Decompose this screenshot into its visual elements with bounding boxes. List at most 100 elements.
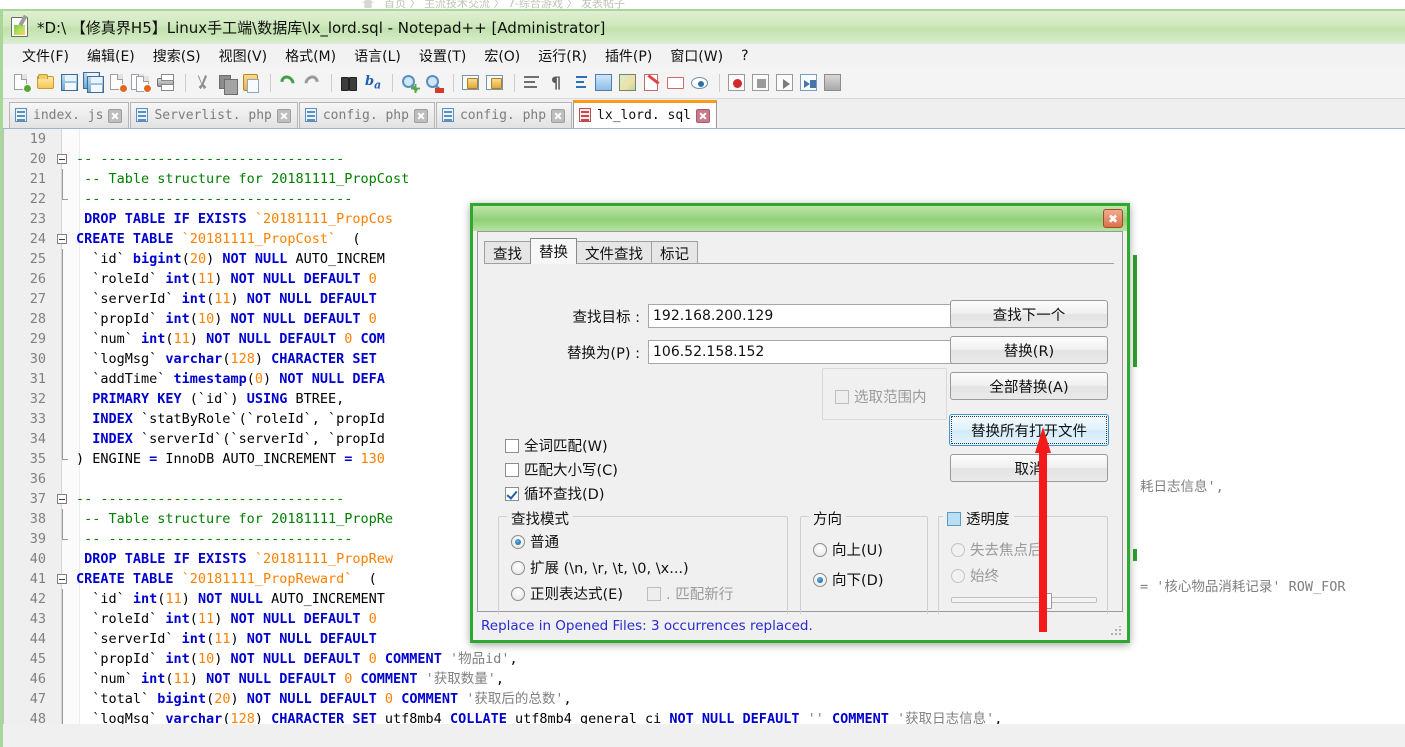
line-number: 37 (4, 489, 54, 509)
sync-vertical-scroll-icon[interactable] (460, 72, 481, 93)
radio-direction-down[interactable]: 向下(D) (813, 569, 883, 590)
slider-thumb[interactable] (1043, 593, 1052, 609)
radio-direction-up[interactable]: 向上(U) (813, 539, 883, 560)
tab-close-icon[interactable] (277, 109, 291, 123)
copy-icon[interactable] (216, 72, 237, 93)
dialog-tab-mark[interactable]: 标记 (651, 241, 698, 264)
document-map-icon[interactable] (617, 72, 638, 93)
radio-button[interactable] (813, 573, 827, 587)
zoom-out-icon[interactable] (423, 72, 444, 93)
tab-serverlist-php[interactable]: Serverlist. php (130, 102, 297, 128)
close-all-files-icon[interactable] (131, 72, 152, 93)
function-list-icon[interactable] (641, 72, 662, 93)
toolbar-separator (331, 74, 332, 92)
tab-index-js[interactable]: index. js (9, 102, 129, 128)
radio-button[interactable] (511, 587, 525, 601)
menu-language[interactable]: 语言(L) (345, 44, 410, 68)
find-target-input[interactable] (649, 305, 967, 327)
print-icon[interactable] (155, 72, 176, 93)
menu-window[interactable]: 窗口(W) (661, 44, 732, 68)
tab-config-php-1[interactable]: config. php (299, 102, 435, 128)
fold-marker[interactable] (54, 149, 72, 169)
close-file-icon[interactable] (107, 72, 128, 93)
checkbox-box[interactable] (505, 463, 519, 477)
save-icon[interactable] (59, 72, 80, 93)
menu-format[interactable]: 格式(M) (276, 44, 345, 68)
find-target-combo[interactable] (648, 304, 968, 328)
run-macro-multiple-icon[interactable] (798, 72, 819, 93)
replace-icon[interactable]: ba (362, 72, 383, 93)
resize-grip[interactable] (1111, 626, 1121, 636)
menu-file[interactable]: 文件(F) (13, 44, 78, 68)
checkbox-transparency[interactable] (947, 512, 961, 526)
line-number: 22 (4, 189, 54, 209)
checkbox-wrap-around[interactable]: 循环查找(D) (505, 483, 604, 504)
save-macro-icon[interactable] (822, 72, 843, 93)
radio-button[interactable] (813, 543, 827, 557)
toolbar-separator (270, 74, 271, 92)
line-number: 43 (4, 609, 54, 629)
cut-icon[interactable] (192, 72, 213, 93)
menu-edit[interactable]: 编辑(E) (78, 44, 144, 68)
find-replace-dialog[interactable]: ✖ 查找 替换 文件查找 标记 查找目标 : 替换为(P) : (470, 203, 1130, 643)
dialog-tab-find-in-files[interactable]: 文件查找 (576, 241, 652, 264)
zoom-in-icon[interactable] (399, 72, 420, 93)
radio-extended[interactable]: 扩展 (\n, \r, \t, \0, \x...) (511, 557, 689, 578)
redo-icon[interactable] (301, 72, 322, 93)
find-next-button[interactable]: 查找下一个 (950, 300, 1108, 328)
dialog-tab-replace[interactable]: 替换 (530, 238, 577, 264)
menu-settings[interactable]: 设置(T) (410, 44, 475, 68)
folder-as-workspace-icon[interactable] (665, 72, 686, 93)
tab-config-php-2[interactable]: config. php (436, 102, 572, 128)
stop-recording-icon[interactable] (750, 72, 771, 93)
tab-close-icon[interactable] (108, 109, 122, 123)
user-defined-language-icon[interactable] (593, 72, 614, 93)
checkbox-box[interactable] (505, 487, 519, 501)
save-all-icon[interactable] (83, 72, 104, 93)
cancel-button[interactable]: 取消 (950, 454, 1108, 482)
checkbox-box[interactable] (505, 439, 519, 453)
menu-run[interactable]: 运行(R) (529, 44, 596, 68)
replace-button[interactable]: 替换(R) (950, 336, 1108, 364)
fold-marker (54, 269, 72, 289)
paste-icon[interactable] (240, 72, 261, 93)
radio-button[interactable] (511, 561, 525, 575)
dialog-close-button[interactable]: ✖ (1103, 209, 1123, 228)
sync-horizontal-scroll-icon[interactable] (484, 72, 505, 93)
show-all-characters-icon[interactable]: ¶ (545, 72, 566, 93)
tab-lx-lord-sql[interactable]: lx_lord. sql (573, 100, 717, 128)
checkbox-whole-word[interactable]: 全词匹配(W) (505, 435, 608, 456)
transparency-slider[interactable] (951, 597, 1097, 603)
play-macro-icon[interactable] (774, 72, 795, 93)
radio-regex[interactable]: 正则表达式(E) (511, 583, 623, 604)
line-number: 27 (4, 289, 54, 309)
monitoring-icon[interactable] (689, 72, 710, 93)
menu-help[interactable]: ? (732, 46, 757, 66)
dialog-tab-find[interactable]: 查找 (484, 241, 531, 264)
replace-all-button[interactable]: 全部替换(A) (950, 372, 1108, 400)
open-folder-icon[interactable] (35, 72, 56, 93)
undo-icon[interactable] (277, 72, 298, 93)
fold-marker[interactable] (54, 229, 72, 249)
find-icon[interactable] (338, 72, 359, 93)
word-wrap-icon[interactable] (521, 72, 542, 93)
tab-close-icon[interactable] (551, 109, 565, 123)
tab-close-icon[interactable] (414, 109, 428, 123)
menu-macro[interactable]: 宏(O) (475, 44, 529, 68)
menu-view[interactable]: 视图(V) (210, 44, 277, 68)
fold-marker[interactable] (54, 569, 72, 589)
fold-marker[interactable] (54, 489, 72, 509)
menu-search[interactable]: 搜索(S) (144, 44, 210, 68)
indent-guideline-icon[interactable] (569, 72, 590, 93)
tab-close-icon[interactable] (696, 109, 710, 123)
replace-with-combo[interactable] (648, 340, 968, 364)
record-macro-icon[interactable] (726, 72, 747, 93)
replace-all-opened-files-button[interactable]: 替换所有打开文件 (949, 414, 1109, 446)
new-file-icon[interactable] (11, 72, 32, 93)
radio-normal[interactable]: 普通 (511, 531, 559, 552)
menu-plugins[interactable]: 插件(P) (596, 44, 661, 68)
checkbox-label: 全词匹配(W) (524, 435, 608, 456)
checkbox-match-case[interactable]: 匹配大小写(C) (505, 459, 618, 480)
radio-button[interactable] (511, 535, 525, 549)
replace-with-input[interactable] (649, 341, 967, 363)
